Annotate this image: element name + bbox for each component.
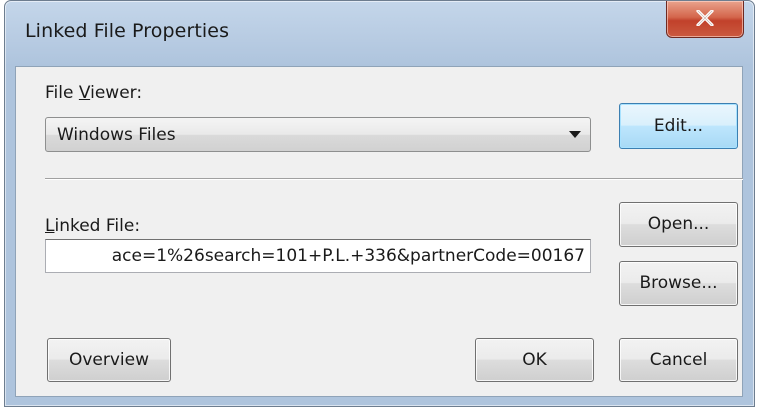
browse-button-label: Browse... (639, 273, 718, 293)
cancel-button[interactable]: Cancel (619, 338, 738, 382)
open-button-label: Open... (647, 214, 710, 234)
close-x-icon (696, 10, 714, 26)
edit-button[interactable]: Edit... (619, 103, 738, 149)
open-button[interactable]: Open... (619, 202, 738, 247)
dialog-content: File Viewer: Windows Files Edit... Linke… (15, 66, 743, 397)
chevron-down-icon (569, 131, 581, 138)
dialog-window: Linked File Properties File Viewer: Wind… (4, 0, 755, 407)
ok-button[interactable]: OK (475, 338, 594, 382)
file-viewer-select[interactable]: Windows Files (45, 117, 591, 152)
overview-button-label: Overview (68, 350, 150, 370)
file-viewer-label: File Viewer: (45, 83, 143, 103)
file-viewer-selected-value: Windows Files (57, 125, 176, 145)
edit-button-label: Edit... (653, 116, 704, 136)
overview-button[interactable]: Overview (47, 338, 171, 382)
linked-file-value: ace=1%26search=101+P.L.+336&partnerCode=… (111, 246, 585, 266)
close-button[interactable] (666, 1, 744, 38)
separator (45, 178, 743, 180)
dialog-title: Linked File Properties (25, 20, 230, 42)
cancel-button-label: Cancel (649, 350, 708, 370)
linked-file-label: Linked File: (45, 216, 141, 236)
linked-file-input[interactable]: ace=1%26search=101+P.L.+336&partnerCode=… (45, 239, 591, 273)
browse-button[interactable]: Browse... (619, 261, 738, 306)
ok-button-label: OK (522, 350, 547, 370)
